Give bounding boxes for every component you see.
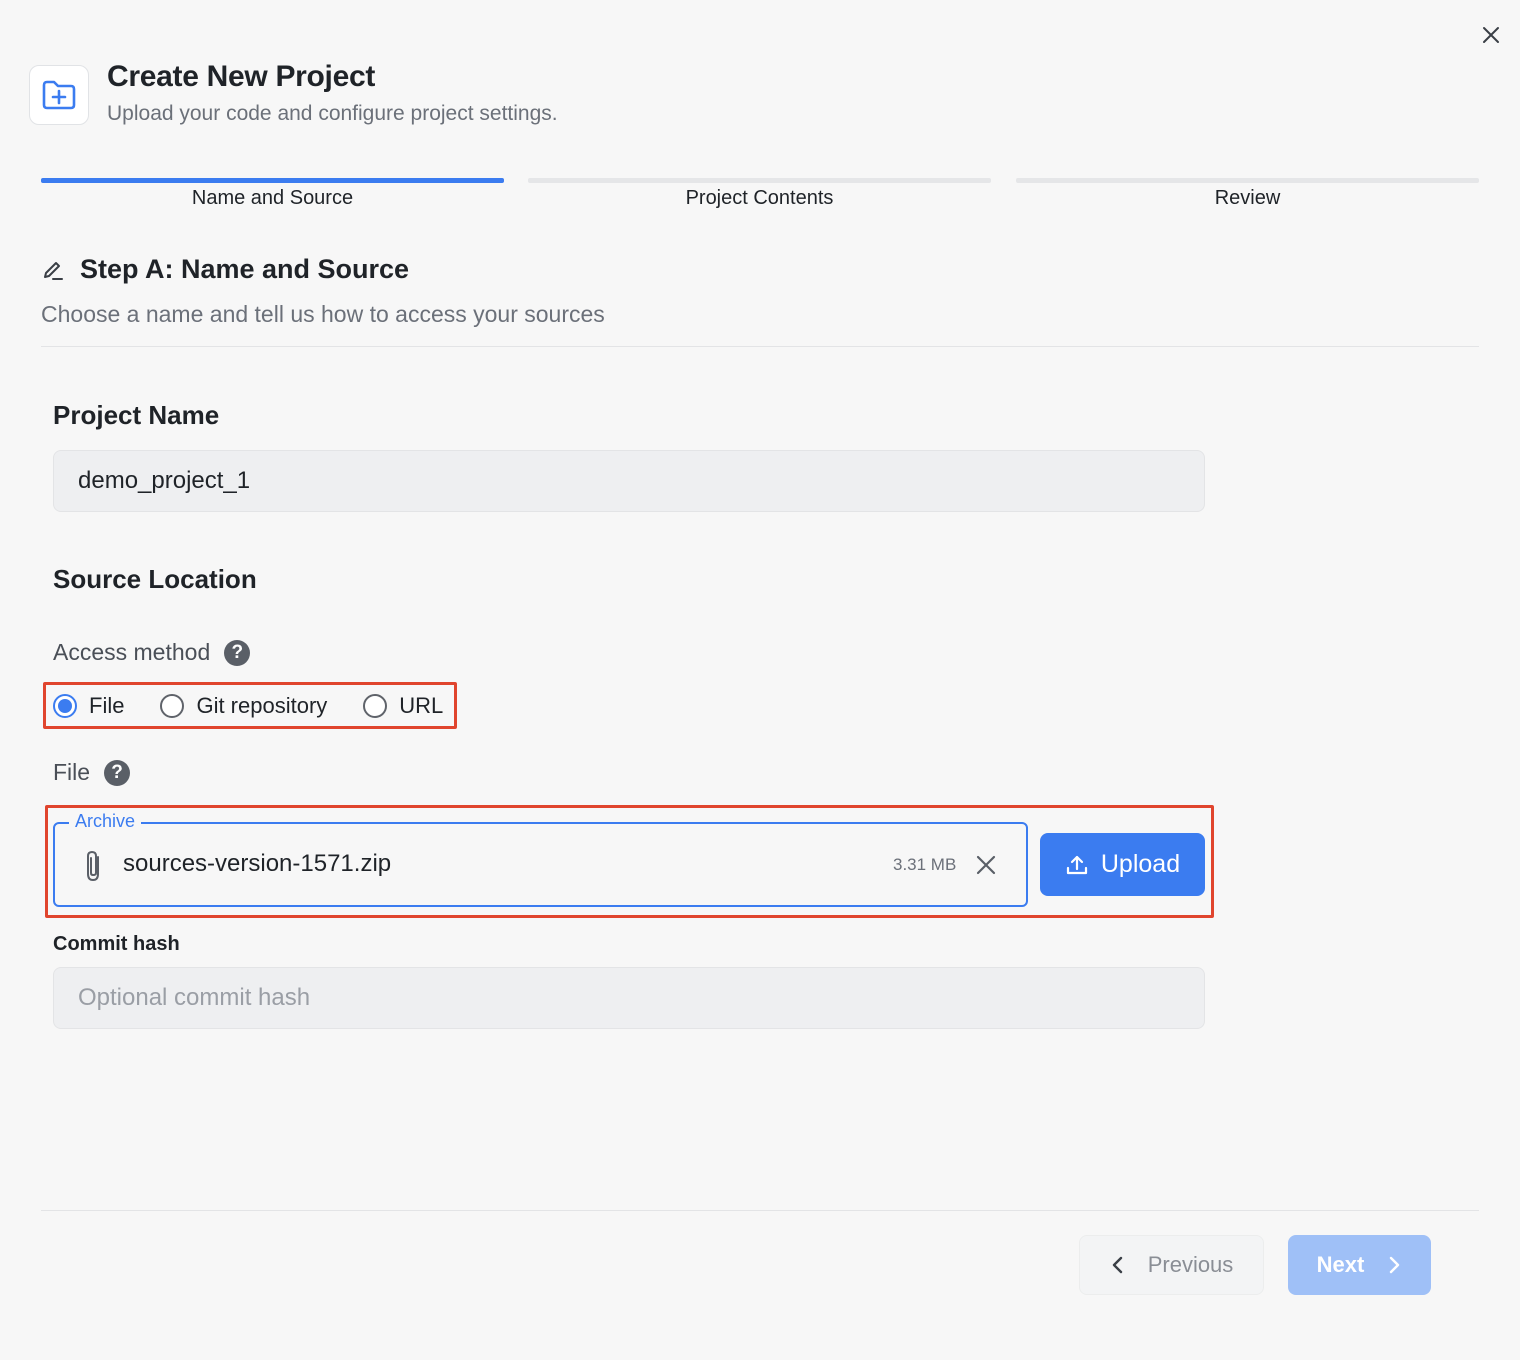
file-label: File: [53, 759, 91, 785]
radio-git-repository[interactable]: Git repository: [160, 693, 327, 719]
pen-icon: [41, 257, 67, 283]
folder-plus-icon: [42, 80, 76, 110]
section-description: Choose a name and tell us how to access …: [41, 301, 605, 327]
header-icon-container: [29, 65, 89, 125]
step-progress-bar: [41, 178, 504, 183]
access-method-radio-group: File Git repository URL: [53, 692, 479, 720]
project-name-input[interactable]: [53, 450, 1205, 512]
dialog-subtitle: Upload your code and configure project s…: [107, 102, 558, 125]
step-label: Review: [1214, 187, 1281, 209]
upload-icon: [1066, 855, 1087, 874]
paperclip-icon: [87, 850, 99, 882]
upload-button[interactable]: Upload: [1040, 833, 1205, 896]
section-divider: [41, 346, 1479, 347]
commit-hash-label: Commit hash: [53, 933, 180, 955]
radio-button[interactable]: [53, 694, 77, 718]
step-name-and-source[interactable]: Name and Source: [41, 178, 504, 218]
radio-dot: [58, 699, 72, 713]
help-icon[interactable]: ?: [104, 759, 131, 786]
help-icon[interactable]: ?: [224, 639, 251, 666]
archive-file-size: 3.31 MB: [893, 855, 957, 874]
radio-label: URL: [399, 693, 444, 718]
radio-file[interactable]: File: [53, 693, 124, 719]
radio-button[interactable]: [363, 694, 388, 718]
step-review[interactable]: Review: [1016, 178, 1479, 218]
chevron-left-icon: [1112, 1256, 1122, 1274]
section-title: Step A: Name and Source: [80, 254, 410, 284]
project-name-label: Project Name: [53, 400, 220, 430]
radio-label: File: [89, 693, 125, 718]
file-label-row: File ?: [53, 759, 131, 786]
stepper: Name and Source Project Contents Review: [41, 178, 1479, 218]
access-method-label: Access method: [53, 639, 211, 665]
upload-button-label: Upload: [1100, 850, 1181, 878]
step-label: Project Contents: [685, 187, 834, 209]
next-button[interactable]: Next: [1288, 1235, 1431, 1295]
previous-button[interactable]: Previous: [1079, 1235, 1264, 1295]
close-icon: [1483, 27, 1499, 43]
archive-file-name: sources-version-1571.zip: [123, 850, 392, 877]
source-location-title: Source Location: [53, 564, 257, 594]
step-project-contents[interactable]: Project Contents: [528, 178, 991, 218]
dialog-title: Create New Project: [107, 60, 376, 93]
commit-hash-input[interactable]: [53, 967, 1205, 1029]
access-method-row: Access method ?: [53, 639, 251, 666]
chevron-right-icon: [1390, 1256, 1400, 1274]
radio-url[interactable]: URL: [363, 693, 443, 719]
archive-legend: Archive: [69, 811, 142, 832]
section-heading: Step A: Name and Source: [41, 254, 409, 285]
close-button[interactable]: [1478, 22, 1504, 48]
radio-label: Git repository: [196, 693, 328, 718]
remove-file-icon[interactable]: [975, 854, 997, 876]
archive-field[interactable]: Archive sources-version-1571.zip 3.31 MB: [53, 811, 1028, 907]
previous-button-label: Previous: [1147, 1252, 1234, 1277]
step-progress-bar: [528, 178, 991, 183]
footer-divider: [41, 1210, 1479, 1211]
step-label: Name and Source: [191, 187, 354, 209]
next-button-label: Next: [1316, 1252, 1365, 1277]
step-progress-bar: [1016, 178, 1479, 183]
radio-button[interactable]: [160, 694, 185, 718]
